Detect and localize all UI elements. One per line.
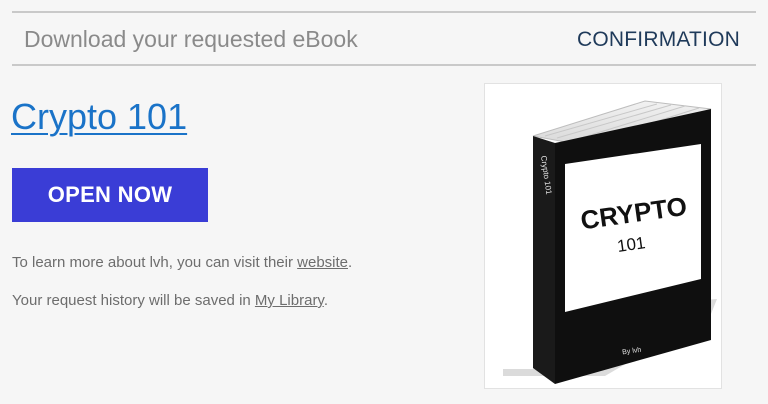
my-library-link[interactable]: My Library — [255, 292, 324, 309]
header-bottom-divider — [12, 64, 756, 66]
author-website-link[interactable]: website — [297, 254, 348, 271]
library-info-prefix: Your request history will be saved in — [12, 292, 255, 309]
library-info-suffix: . — [323, 292, 328, 309]
page-heading: Download your requested eBook — [24, 26, 358, 52]
library-info-text: Your request history will be saved in My… — [12, 291, 328, 311]
open-now-button[interactable]: OPEN NOW — [12, 168, 208, 222]
cover-title-line2: 101 — [616, 233, 647, 256]
ebook-title-link[interactable]: Crypto 101 — [11, 94, 187, 140]
confirmation-label: CONFIRMATION — [577, 28, 740, 51]
ebook-cover-frame[interactable]: CRYPTO 101 Crypto 101 By lvh — [484, 83, 722, 389]
author-info-text: To learn more about lvh, you can visit t… — [12, 253, 352, 273]
author-info-suffix: . — [348, 254, 353, 271]
ebook-cover-image: CRYPTO 101 Crypto 101 By lvh — [503, 100, 717, 384]
header-top-divider — [12, 11, 756, 13]
author-info-prefix: To learn more about lvh, you can visit t… — [12, 254, 298, 271]
